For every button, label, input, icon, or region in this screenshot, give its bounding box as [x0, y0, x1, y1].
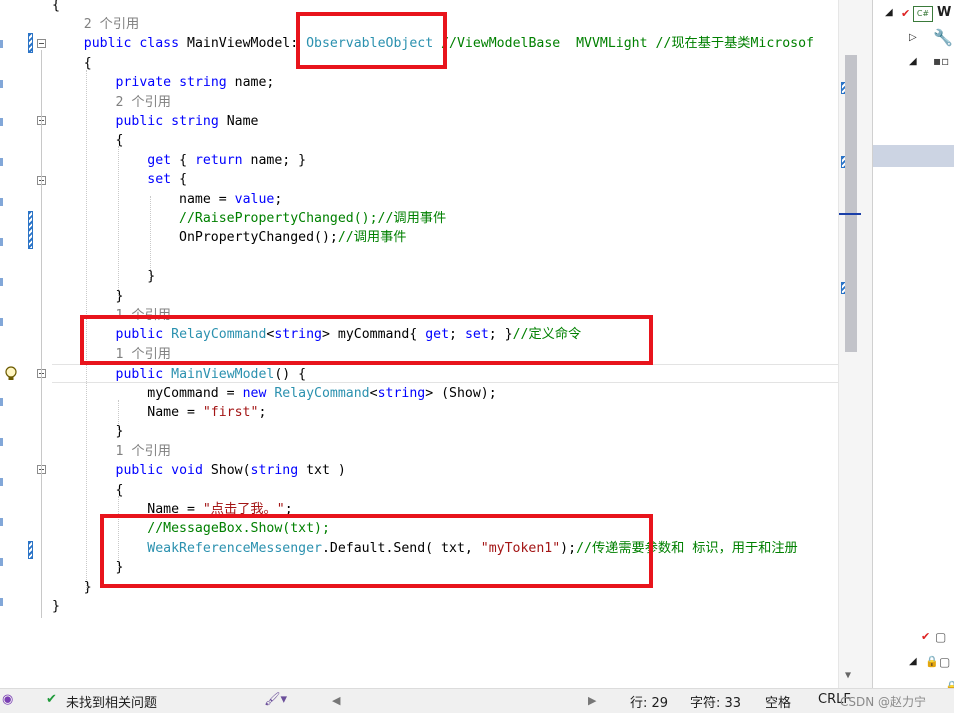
- code-line: {: [52, 481, 838, 500]
- code-line: public string Name: [52, 112, 838, 131]
- references-icon: ▪▫: [933, 54, 949, 68]
- code-line: private string name;: [52, 73, 838, 92]
- code-line: }: [52, 597, 838, 616]
- code-line: myCommand = new RelayCommand<string> (Sh…: [52, 384, 838, 403]
- change-indicator: [28, 541, 33, 559]
- scroll-thumb[interactable]: [845, 55, 857, 352]
- scroll-right-arrow[interactable]: ▶: [588, 694, 596, 707]
- vertical-scrollbar[interactable]: ▼: [838, 0, 873, 688]
- whitespace-indicator[interactable]: 空格: [765, 692, 791, 711]
- lock-icon: 🔒: [925, 655, 939, 668]
- file-icon: ▢: [939, 655, 950, 669]
- solution-explorer: ◢ ✔ C# W ▷ 🔧 ◢ ▪▫ ✔ ▢ ◢ 🔒 ▢ 🔒 C#: [872, 0, 954, 688]
- wrench-icon: 🔧: [933, 28, 953, 47]
- scroll-left-arrow[interactable]: ◀: [332, 694, 340, 707]
- annotation-box-send: [100, 514, 653, 588]
- change-indicator: [28, 211, 33, 249]
- code-line: name = value;: [52, 190, 838, 209]
- code-line: [52, 248, 838, 267]
- reference-count[interactable]: 2 个引用: [52, 93, 838, 112]
- code-editor[interactable]: { 2 个引用 public class MainViewModel: Obse…: [0, 0, 838, 688]
- code-line: {: [52, 131, 838, 150]
- reference-count[interactable]: 1 个引用: [52, 442, 838, 461]
- code-line: //RaisePropertyChanged();//调用事件: [52, 209, 838, 228]
- file-icon: ▢: [935, 630, 946, 644]
- issues-status[interactable]: 未找到相关问题: [66, 692, 157, 711]
- status-bar: ◉ ✔ 未找到相关问题 🖌▾ ◀ ▶ 行: 29 字符: 33 空格 CRLF …: [0, 688, 954, 713]
- char-indicator[interactable]: 字符: 33: [690, 692, 741, 711]
- checkmark-icon: ✔: [921, 630, 930, 643]
- project-name[interactable]: W: [937, 5, 951, 25]
- lightbulb-icon[interactable]: [4, 366, 18, 382]
- code-line: }: [52, 287, 838, 306]
- code-line: }: [52, 267, 838, 286]
- line-indicator[interactable]: 行: 29: [630, 692, 668, 711]
- csharp-project-icon: C#: [913, 6, 933, 22]
- selected-row: [873, 145, 954, 167]
- annotation-box-base-class: [296, 12, 447, 69]
- annotation-box-command: [80, 315, 653, 365]
- code-line: set {: [52, 170, 838, 189]
- watermark: CSDN @赵力宁: [840, 693, 926, 710]
- code-line: public MainViewModel() {: [52, 364, 838, 383]
- brush-icon[interactable]: 🖌▾: [264, 692, 287, 707]
- left-margin: [0, 0, 8, 688]
- check-circle-icon: ✔: [46, 692, 57, 707]
- caret-position-marker: [839, 213, 861, 215]
- checkmark-icon: ✔: [901, 7, 910, 20]
- code-line: Name = "first";: [52, 403, 838, 422]
- scroll-down-arrow[interactable]: ▼: [845, 670, 851, 681]
- fold-toggle[interactable]: [37, 39, 46, 48]
- code-line: }: [52, 422, 838, 441]
- code-line: public void Show(string txt ): [52, 461, 838, 480]
- code-line: OnPropertyChanged();//调用事件: [52, 228, 838, 247]
- change-indicator: [28, 33, 33, 53]
- code-line: get { return name; }: [52, 151, 838, 170]
- copilot-icon[interactable]: ◉: [2, 692, 13, 707]
